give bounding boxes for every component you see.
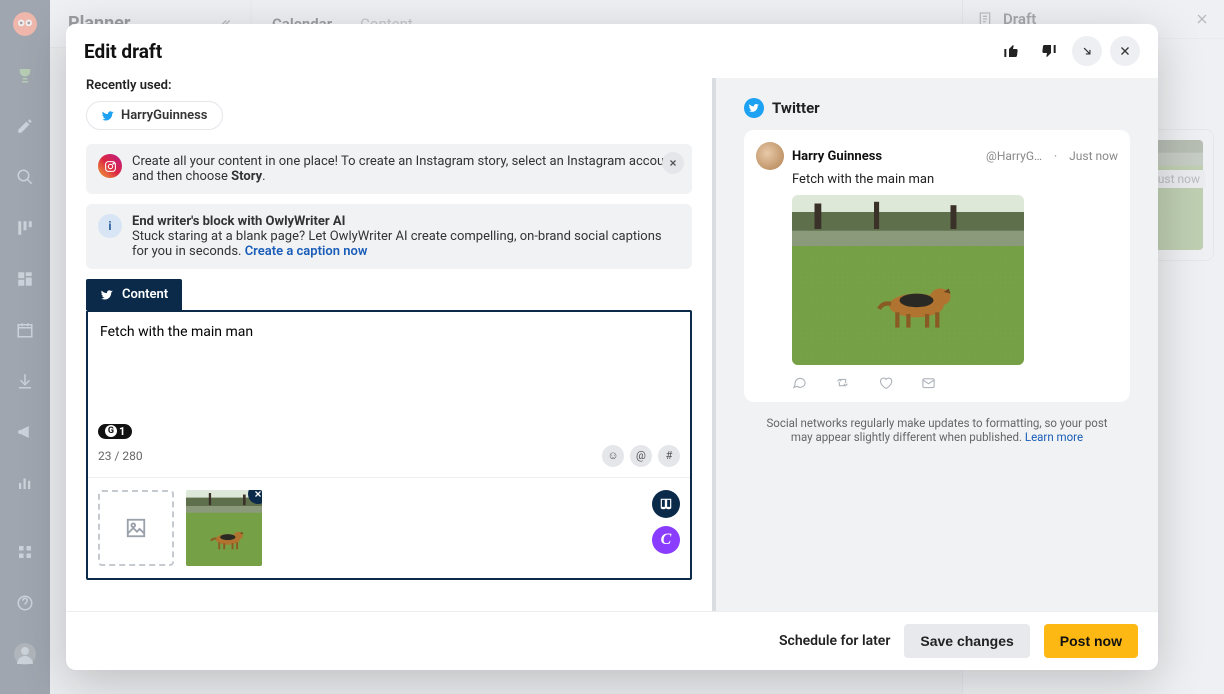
owlywriter-banner: i End writer's block with OwlyWriter AI …	[86, 204, 692, 269]
create-caption-link[interactable]: Create a caption now	[245, 244, 368, 259]
thumbs-up-icon[interactable]	[996, 36, 1026, 66]
editor-column: Recently used: HarryGuinness Create all …	[66, 78, 716, 611]
reply-icon	[792, 375, 807, 390]
save-changes-button[interactable]: Save changes	[904, 624, 1029, 658]
preview-column: Twitter Harry Guinness @HarryG… · Just n…	[716, 78, 1158, 611]
content-tab[interactable]: Content	[86, 279, 182, 310]
author-avatar	[756, 142, 784, 170]
content-editor: 1 23 / 280 ☺ @ #	[86, 310, 692, 580]
preview-network-label: Twitter	[772, 99, 820, 117]
twitter-icon	[101, 109, 115, 123]
add-media-button[interactable]	[98, 490, 174, 566]
ai-banner-title: End writer's block with OwlyWriter AI	[132, 214, 345, 229]
tweet-image	[792, 195, 1024, 365]
emoji-picker-icon[interactable]: ☺	[602, 445, 624, 467]
edit-draft-modal: Edit draft Recently used: HarryGuinness …	[66, 24, 1158, 670]
post-textarea[interactable]	[88, 312, 690, 408]
account-chip[interactable]: HarryGuinness	[86, 101, 223, 130]
instagram-banner: Create all your content in one place! To…	[86, 144, 692, 194]
modal-footer: Schedule for later Save changes Post now	[66, 611, 1158, 670]
hashtag-icon[interactable]: #	[658, 445, 680, 467]
info-icon: i	[98, 214, 122, 238]
thumbs-down-icon[interactable]	[1034, 36, 1064, 66]
close-banner-icon[interactable]	[662, 152, 684, 174]
share-icon	[921, 375, 936, 390]
author-name: Harry Guinness	[792, 149, 882, 164]
image-placeholder-icon	[125, 517, 147, 539]
mention-icon[interactable]: @	[630, 445, 652, 467]
recently-used-label: Recently used:	[86, 78, 692, 93]
media-library-icon[interactable]	[652, 490, 680, 518]
twitter-icon	[744, 98, 764, 118]
author-handle: @HarryG…	[986, 149, 1042, 163]
instagram-icon	[98, 154, 122, 178]
modal-title: Edit draft	[84, 40, 162, 63]
schedule-button[interactable]: Schedule for later	[779, 633, 890, 649]
tweet-preview: Harry Guinness @HarryG… · Just now Fetch…	[744, 130, 1130, 402]
tweet-text: Fetch with the main man	[756, 170, 1118, 195]
account-chip-label: HarryGuinness	[121, 108, 208, 123]
minimize-icon[interactable]	[1072, 36, 1102, 66]
like-icon	[878, 375, 893, 390]
post-now-button[interactable]: Post now	[1044, 624, 1138, 658]
learn-more-link[interactable]: Learn more	[1025, 430, 1083, 444]
retweet-icon	[835, 375, 850, 390]
tweet-time: Just now	[1069, 149, 1118, 163]
media-thumbnail[interactable]	[186, 490, 262, 566]
twitter-icon	[100, 288, 114, 302]
char-counter: 23 / 280	[98, 449, 143, 463]
grammarly-badge[interactable]: 1	[98, 424, 132, 439]
preview-disclaimer: Social networks regularly make updates t…	[744, 416, 1130, 444]
canva-icon[interactable]: C	[652, 526, 680, 554]
close-modal-icon[interactable]	[1110, 36, 1140, 66]
